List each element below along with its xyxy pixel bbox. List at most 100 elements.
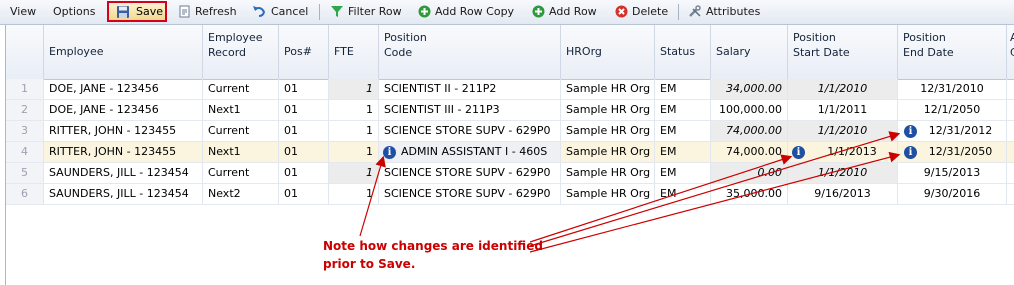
cell-position-code[interactable]: SCIENCE STORE SUPV - 629P0 [379,121,561,141]
column-header-position-end-date[interactable]: Position End Date [898,25,1007,79]
cell-status[interactable]: EM [655,79,711,99]
cancel-label: Cancel [271,5,309,18]
table-row[interactable]: 6 SAUNDERS, JILL - 123454 Next2 01 1 SCI… [6,184,1014,205]
cell-status[interactable]: EM [655,163,711,183]
cell-position-code[interactable]: SCIENTIST III - 211P3 [379,100,561,120]
cell-position-code[interactable]: i ADMIN ASSISTANT I - 460S [379,142,561,162]
cell-employee[interactable]: SAUNDERS, JILL - 123454 [44,184,203,204]
cell-employee-record[interactable]: Next1 [203,100,279,120]
cell-start-date[interactable]: 1/1/2010 [788,163,898,183]
table-row[interactable]: 1 DOE, JANE - 123456 Current 01 1 SCIENT… [6,79,1014,100]
cell-status[interactable]: EM [655,184,711,204]
cell-status[interactable]: EM [655,100,711,120]
row-number: 3 [6,121,44,141]
cell-pos[interactable]: 01 [279,142,329,162]
cell-start-date[interactable]: 1/1/2011 [788,100,898,120]
cell-employee[interactable]: RITTER, JOHN - 123455 [44,121,203,141]
cell-end-date[interactable]: i 12/31/2012 [898,121,1007,141]
column-header-position-code[interactable]: Position Code [379,25,561,79]
cell-salary[interactable]: 74,000.00 [711,142,788,162]
cell-start-date[interactable]: 1/1/2010 [788,121,898,141]
end-date-value: 12/31/2012 [928,124,993,137]
cell-pos[interactable]: 01 [279,121,329,141]
cell-employee[interactable]: RITTER, JOHN - 123455 [44,142,203,162]
table-row[interactable]: 3 RITTER, JOHN - 123455 Current 01 1 SCI… [6,121,1014,142]
column-header-truncated[interactable]: A C [1007,25,1014,79]
cell-position-code[interactable]: SCIENTIST II - 211P2 [379,79,561,99]
column-header-hrorg[interactable]: HROrg [561,25,655,79]
cell-position-code[interactable]: SCIENCE STORE SUPV - 629P0 [379,184,561,204]
add-row-button[interactable]: Add Row [532,0,597,24]
cell-status[interactable]: EM [655,121,711,141]
cell-hrorg[interactable]: Sample HR Org [561,100,655,120]
cell-end-date[interactable]: 9/15/2013 [898,163,1007,183]
cell-salary[interactable]: 34,000.00 [711,79,788,99]
column-header-fte[interactable]: FTE [329,25,379,79]
cell-pos[interactable]: 01 [279,163,329,183]
cell-employee[interactable]: DOE, JANE - 123456 [44,79,203,99]
column-header-position-start-date[interactable]: Position Start Date [788,25,898,79]
cell-fte[interactable]: 1 [329,121,379,141]
cell-employee-record[interactable]: Current [203,79,279,99]
cell-status[interactable]: EM [655,142,711,162]
cell-end-date[interactable]: 9/30/2016 [898,184,1007,204]
column-header-salary[interactable]: Salary [711,25,788,79]
table-row-selected[interactable]: 4 RITTER, JOHN - 123455 Next1 01 1 i ADM… [6,142,1014,163]
cell-hrorg[interactable]: Sample HR Org [561,121,655,141]
cell-pos[interactable]: 01 [279,100,329,120]
info-icon[interactable]: i [383,146,396,159]
filter-row-button[interactable]: Filter Row [330,0,402,24]
cell-fte[interactable]: 1 [329,163,379,183]
info-icon[interactable]: i [792,146,805,159]
cell-start-date[interactable]: i 1/1/2013 [788,142,898,162]
cell-hrorg[interactable]: Sample HR Org [561,184,655,204]
end-date-value: 12/31/2050 [928,145,993,158]
cell-fte[interactable]: 1 [329,142,379,162]
cell-pos[interactable]: 01 [279,184,329,204]
attributes-button[interactable]: Attributes [688,0,760,24]
options-menu[interactable]: Options [53,0,95,24]
cell-hrorg[interactable]: Sample HR Org [561,79,655,99]
cell-pos[interactable]: 01 [279,79,329,99]
cell-end-date[interactable]: i 12/31/2050 [898,142,1007,162]
cell-salary[interactable]: 35,000.00 [711,184,788,204]
cell-fte[interactable]: 1 [329,100,379,120]
column-header-status[interactable]: Status [655,25,711,79]
cell-start-date[interactable]: 1/1/2010 [788,79,898,99]
cell-employee-record[interactable]: Next2 [203,184,279,204]
cell-fte[interactable]: 1 [329,184,379,204]
cell-end-date[interactable]: 12/1/2050 [898,100,1007,120]
cell-end-date[interactable]: 12/31/2010 [898,79,1007,99]
cell-salary[interactable]: 100,000.00 [711,100,788,120]
cell-employee-record[interactable]: Current [203,163,279,183]
cell-position-code[interactable]: SCIENCE STORE SUPV - 629P0 [379,163,561,183]
column-header-employee-record[interactable]: Employee Record [203,25,279,79]
add-row-copy-label: Add Row Copy [435,5,515,18]
info-icon[interactable]: i [904,125,917,138]
cell-hrorg[interactable]: Sample HR Org [561,142,655,162]
cell-salary[interactable]: 0.00 [711,163,788,183]
table-row[interactable]: 5 SAUNDERS, JILL - 123454 Current 01 1 S… [6,163,1014,184]
column-header-pos[interactable]: Pos# [279,25,329,79]
view-menu[interactable]: View [10,0,36,24]
start-date-value: 1/1/2013 [827,145,877,158]
cell-employee-record[interactable]: Next1 [203,142,279,162]
save-button[interactable]: Save [107,1,167,22]
cancel-button[interactable]: Cancel [252,0,308,24]
cell-employee[interactable]: DOE, JANE - 123456 [44,100,203,120]
cell-fte[interactable]: 1 [329,79,379,99]
cell-salary[interactable]: 74,000.00 [711,121,788,141]
cell-hrorg[interactable]: Sample HR Org [561,163,655,183]
refresh-button[interactable]: Refresh [178,0,237,24]
table-row[interactable]: 2 DOE, JANE - 123456 Next1 01 1 SCIENTIS… [6,100,1014,121]
cell-employee[interactable]: SAUNDERS, JILL - 123454 [44,163,203,183]
cell-start-date[interactable]: 9/16/2013 [788,184,898,204]
filter-icon [331,5,343,17]
row-number-header [6,25,44,79]
delete-button[interactable]: Delete [615,0,668,24]
add-row-label: Add Row [549,5,597,18]
add-row-copy-button[interactable]: Add Row Copy [418,0,514,24]
info-icon[interactable]: i [904,146,917,159]
column-header-employee[interactable]: Employee [44,25,203,79]
cell-employee-record[interactable]: Current [203,121,279,141]
